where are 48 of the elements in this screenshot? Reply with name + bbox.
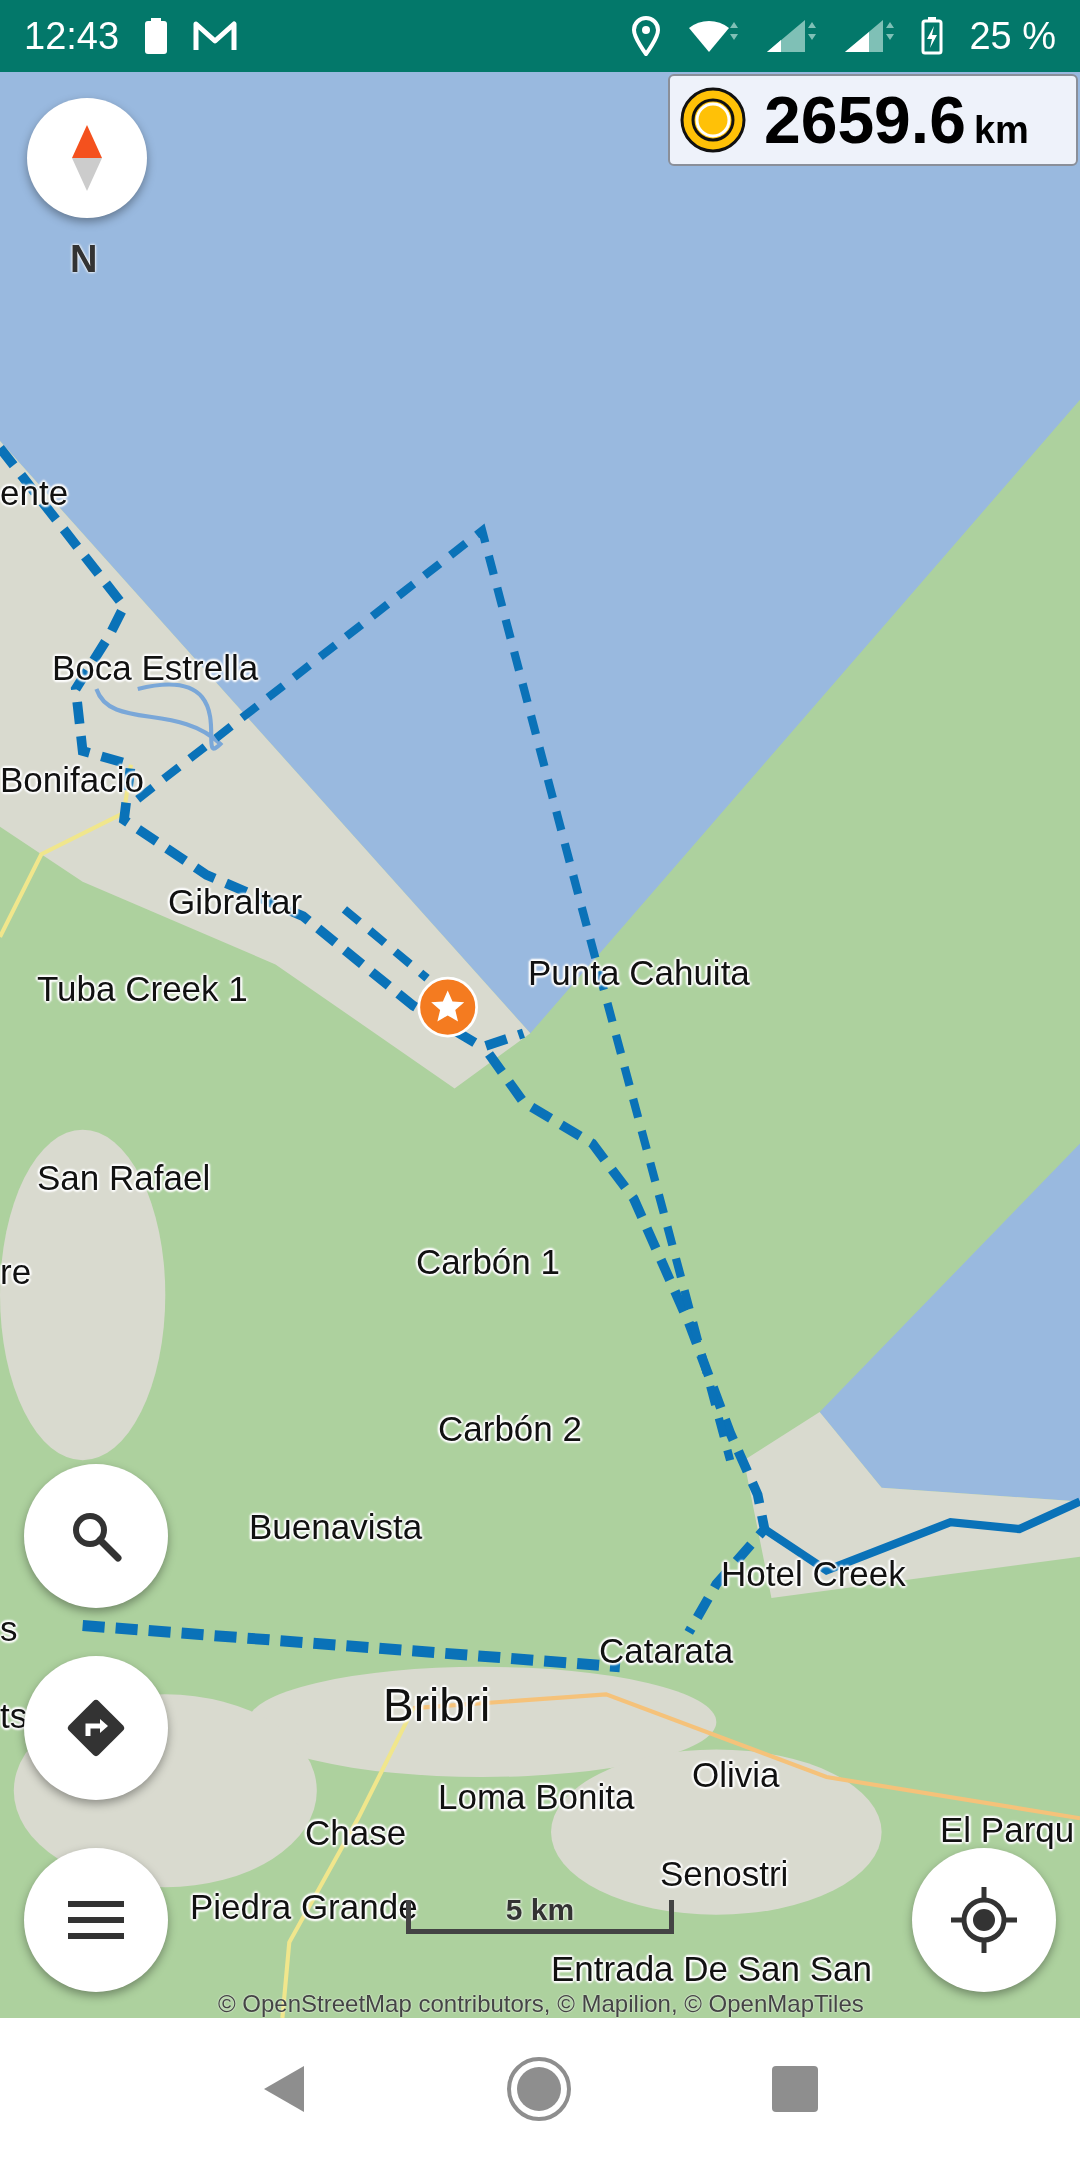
place-label: San Rafael	[37, 1158, 211, 1198]
place-label: Olivia	[692, 1755, 780, 1795]
place-label: Tuba Creek 1	[37, 969, 248, 1009]
target-rings-icon	[680, 87, 746, 153]
place-label: Buenavista	[249, 1507, 423, 1547]
signal-icon	[843, 18, 896, 54]
place-label: Punta Cahuita	[528, 953, 750, 993]
place-label: Boca Estrella	[52, 648, 259, 688]
place-label: re	[0, 1252, 32, 1292]
place-label: Bribri	[383, 1678, 491, 1732]
mail-icon	[193, 19, 238, 53]
battery-saver-icon	[145, 18, 168, 54]
battery-charging-icon	[921, 17, 944, 55]
place-label: ente	[0, 473, 69, 513]
compass-button[interactable]	[27, 98, 147, 218]
battery-percent: 25 %	[969, 14, 1056, 58]
place-label: El Parqu	[940, 1810, 1075, 1850]
crosshair-icon	[951, 1887, 1017, 1953]
menu-icon	[68, 1900, 124, 1940]
home-button[interactable]	[506, 2056, 572, 2122]
place-label: Senostri	[660, 1854, 789, 1894]
place-label: Hotel Creek	[721, 1554, 906, 1594]
wifi-icon	[687, 18, 740, 54]
home-icon	[506, 2056, 572, 2122]
map-attribution: © OpenStreetMap contributors, © Mapilion, © OpenMapTiles	[218, 1990, 864, 2018]
signal-icon	[765, 18, 818, 54]
place-label: ts	[0, 1696, 28, 1736]
place-label: Catarata	[599, 1631, 734, 1671]
back-icon	[262, 2064, 306, 2114]
distance-unit: km	[973, 109, 1029, 151]
scale-label: 5 km	[505, 1893, 575, 1927]
location-pin-icon	[631, 16, 662, 56]
compass-needle-icon	[72, 125, 102, 191]
status-time: 12:43	[24, 14, 120, 58]
place-label: Chase	[305, 1813, 407, 1853]
place-label: Carbón 2	[438, 1409, 582, 1449]
distance-panel[interactable]: 2659.6 km	[668, 74, 1078, 166]
distance-value: 2659.6	[764, 83, 966, 157]
map-view[interactable]	[0, 72, 1080, 2018]
place-label: s	[0, 1609, 18, 1649]
place-label: Carbón 1	[416, 1242, 560, 1282]
star-marker-icon[interactable]	[417, 976, 478, 1038]
place-label: Entrada De San San	[551, 1949, 873, 1989]
north-label: N	[70, 238, 98, 281]
back-button[interactable]	[262, 2064, 306, 2114]
place-label: Loma Bonita	[438, 1777, 635, 1817]
search-icon	[70, 1510, 122, 1562]
recents-icon	[772, 2066, 818, 2112]
